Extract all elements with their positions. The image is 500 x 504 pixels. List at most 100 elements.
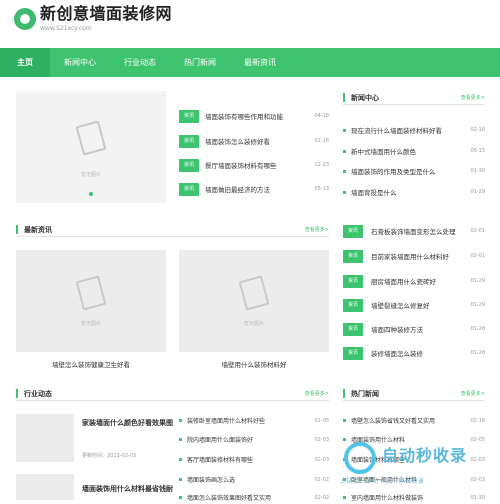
- list-item-date: 04-18: [314, 113, 329, 119]
- list-item[interactable]: 现在流行什么墙面装修材料好看 02-16: [343, 123, 485, 137]
- list-item-title: 墙面四种装修方法: [371, 326, 423, 334]
- list-item-date: 12-23: [314, 162, 329, 168]
- list-item[interactable]: 墙壁怎么装饰省钱又好看又实用 02-16: [343, 414, 485, 427]
- list-item-title: 装修卧室墙面用什么材料好些: [187, 418, 266, 425]
- list-item-date: 02-16: [314, 138, 329, 144]
- site-logo[interactable]: 新创意墙面装修网 www.521xcy.com: [14, 6, 172, 32]
- watermark-slogan: 上链接一来访一次一秒自收录: [340, 478, 425, 485]
- placeholder-caption: 暂无图片: [80, 172, 101, 178]
- list-item[interactable]: 资讯 厨房墙面用什么瓷砖好 01-29: [343, 274, 485, 288]
- list-item-title: 院内墙面用什么面装饰好: [187, 437, 254, 444]
- list-item-title: 现在流行什么墙面装修材料好看: [351, 127, 442, 135]
- list-item-title: 新中式墙面用什么颜色: [351, 148, 416, 156]
- card-caption[interactable]: 墙壁怎么装饰健康卫生好看: [16, 359, 166, 369]
- tag-badge: 资讯: [179, 134, 199, 148]
- list-item-title: 墙面背投是什么: [351, 189, 397, 197]
- list-item-title: 目前家装墙面用什么材料好: [371, 253, 449, 261]
- list-item-title: 装修墙面怎么装修: [371, 350, 423, 358]
- more-link[interactable]: 查看更多>: [305, 226, 329, 233]
- list-item-date: 02-16: [470, 127, 485, 133]
- list-item-date: 02-05: [314, 417, 329, 424]
- section-bar: [343, 93, 345, 102]
- list-item-title: 石膏板装饰墙面变形怎么处理: [371, 228, 456, 236]
- list-item-title: 客厅墙面装修材料有哪些: [187, 457, 254, 464]
- image-placeholder-icon: [75, 275, 107, 311]
- list-item[interactable]: 资讯 墙面装饰怎么装修好看 02-16: [179, 134, 329, 148]
- list-item-date: 02-01: [470, 253, 485, 259]
- nav-latest[interactable]: 最新资讯: [230, 48, 290, 77]
- list-item-date: 01-29: [470, 278, 485, 284]
- list-item[interactable]: 资讯 墙面装饰有哪些作用和功能 04-18: [179, 109, 329, 123]
- list-item-date: 05-13: [314, 186, 329, 192]
- list-item[interactable]: 客厅墙面装修材料有哪些 02-03: [179, 453, 329, 466]
- card-caption[interactable]: 墙壁用什么装饰材料好: [179, 359, 329, 369]
- list-item[interactable]: 资讯 墙壁裂缝怎么修复好 01-29: [343, 298, 485, 312]
- list-item-title: 墙壁怎么装饰省钱又好看又实用: [351, 418, 436, 425]
- tag-badge: 资讯: [343, 224, 363, 238]
- list-item[interactable]: 墙面背投是什么 01-29: [343, 185, 485, 199]
- list-item[interactable]: 资讯 餐厅墙面装饰材料有哪些 12-23: [179, 158, 329, 172]
- featured-title[interactable]: 家装墙面什么颜色好看效果图: [82, 418, 173, 428]
- list-item[interactable]: 资讯 墙面四种装修方法 01-28: [343, 322, 485, 336]
- watermark-logo-icon: [344, 442, 376, 474]
- list-item-date: 02-03: [314, 436, 329, 443]
- more-link[interactable]: 查看更多>: [461, 390, 485, 397]
- list-item[interactable]: 院内墙面用什么面装饰好 02-03: [179, 433, 329, 446]
- list-item-title: 餐厅墙面装饰材料有哪些: [205, 162, 277, 170]
- nav-industry[interactable]: 行业动态: [110, 48, 170, 77]
- hero-slider[interactable]: 暂无图片: [16, 91, 166, 203]
- list-item-title: 墙面怎么装饰效果图好看又实用: [187, 495, 272, 502]
- nav-home[interactable]: 主页: [0, 48, 50, 77]
- list-item-date: 05-15: [470, 148, 485, 154]
- tag-badge: 资讯: [343, 346, 363, 360]
- tag-badge: 资讯: [179, 182, 199, 196]
- section-title: 行业动态: [24, 390, 52, 398]
- image-placeholder-icon: [238, 275, 270, 311]
- news-center-header: 新闻中心 查看更多>: [343, 91, 485, 105]
- list-item[interactable]: 资讯 装修墙面怎么装修 01-28: [343, 346, 485, 360]
- section-bar: [16, 225, 18, 234]
- thumb-image[interactable]: [16, 474, 74, 500]
- list-item[interactable]: 资讯 目前家装墙面用什么材料好 02-01: [343, 249, 485, 263]
- list-item-date: 02-03: [314, 456, 329, 463]
- nav-news-center[interactable]: 新闻中心: [50, 48, 110, 77]
- more-link[interactable]: 查看更多>: [461, 94, 485, 101]
- watermark-brand: 自动秒收录: [382, 446, 468, 465]
- site-title: 新创意墙面装修网: [40, 4, 173, 23]
- image-placeholder-icon: [75, 120, 107, 156]
- featured-title[interactable]: 墙面装饰用什么材料最省钱耐: [82, 484, 173, 494]
- list-item-date: 02-02: [314, 476, 329, 483]
- list-item-date: 01-28: [470, 350, 485, 356]
- slider-dot[interactable]: [89, 192, 93, 196]
- logo-icon: [14, 8, 36, 30]
- section-bar: [16, 389, 18, 398]
- list-item-title: 墙面装饰怎么装修好看: [205, 138, 270, 146]
- list-item-date: 01-29: [470, 302, 485, 308]
- list-item-title: 墙面做旧最经济的方法: [205, 186, 270, 194]
- industry-header: 行业动态 查看更多>: [16, 387, 329, 401]
- section-title: 新闻中心: [351, 94, 379, 102]
- card-image[interactable]: 暂无图片: [16, 250, 166, 352]
- list-item[interactable]: 装修卧室墙面用什么材料好些 02-05: [179, 414, 329, 427]
- list-item-date: 02-01: [470, 228, 485, 234]
- tag-badge: 资讯: [343, 274, 363, 288]
- tag-badge: 资讯: [343, 322, 363, 336]
- latest-header: 最新资讯 查看更多>: [16, 223, 329, 237]
- list-item[interactable]: 新中式墙面用什么颜色 05-15: [343, 144, 485, 158]
- watermark-badge: 自动秒收录 上链接一来访一次一秒自收录: [340, 440, 490, 496]
- list-item-title: 厨房墙面用什么瓷砖好: [371, 278, 436, 286]
- list-item-date: 01-29: [470, 189, 485, 195]
- more-link[interactable]: 查看更多>: [305, 390, 329, 397]
- list-item-title: 墙面装饰的作用及类型是什么: [351, 168, 436, 176]
- section-title: 热门新闻: [351, 390, 379, 398]
- list-item[interactable]: 资讯 石膏板装饰墙面变形怎么处理 02-01: [343, 224, 485, 238]
- list-item[interactable]: 资讯 墙面做旧最经济的方法 05-13: [179, 182, 329, 196]
- list-item[interactable]: 墙面装饰的作用及类型是什么 01-30: [343, 164, 485, 178]
- thumb-image[interactable]: [16, 414, 74, 462]
- card-image[interactable]: 暂无图片: [179, 250, 329, 352]
- list-item[interactable]: 墙面装饰画怎么选 02-02: [179, 473, 329, 486]
- section-bar: [343, 389, 345, 398]
- list-item[interactable]: 墙面怎么装饰效果图好看又实用 02-02: [179, 491, 329, 504]
- tag-badge: 资讯: [179, 109, 199, 123]
- nav-hot-news[interactable]: 热门新闻: [170, 48, 230, 77]
